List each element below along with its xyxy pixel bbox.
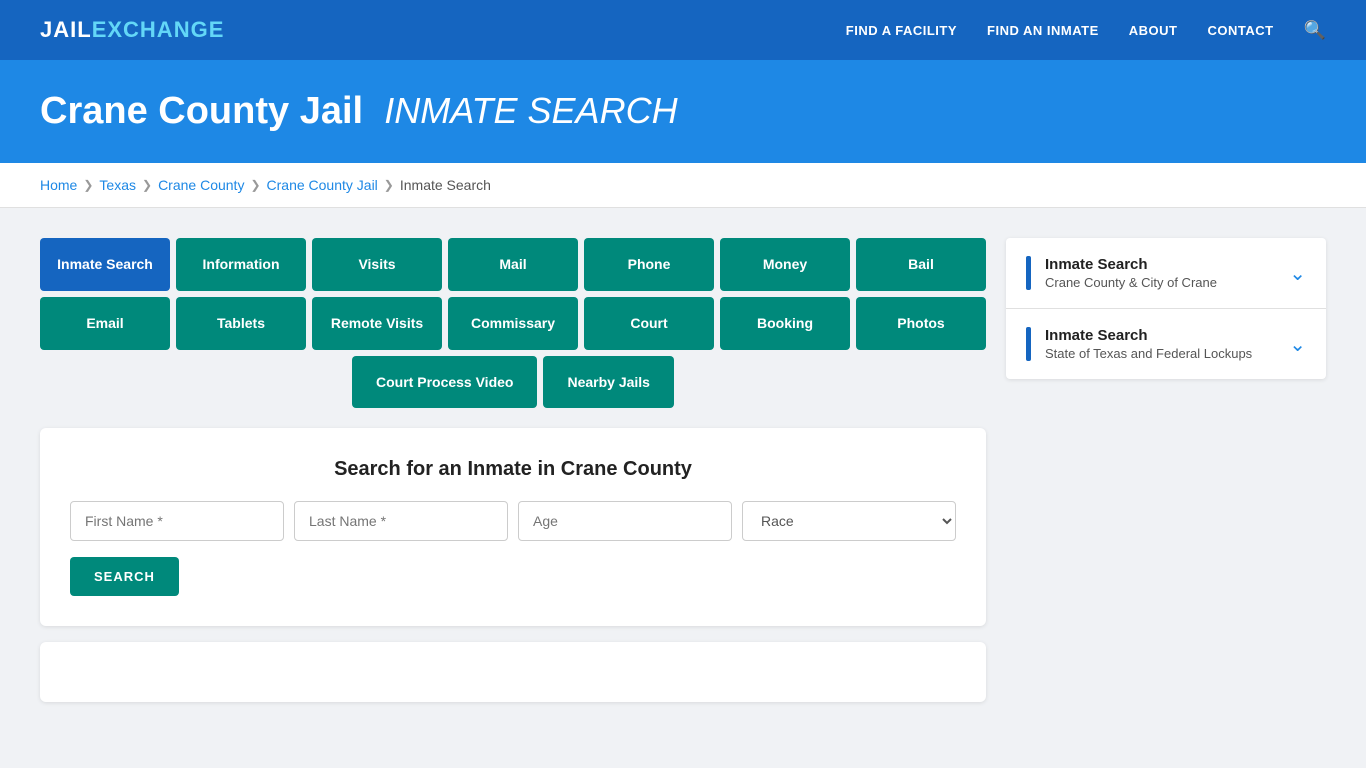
sidebar-item-state[interactable]: Inmate Search State of Texas and Federal… [1006, 309, 1326, 379]
tab-booking[interactable]: Booking [720, 297, 850, 350]
sidebar-card: Inmate Search Crane County & City of Cra… [1006, 238, 1326, 379]
search-inputs: Race White Black Hispanic Asian Other [70, 501, 956, 541]
nav-find-inmate[interactable]: FIND AN INMATE [987, 23, 1099, 38]
search-card-bottom [40, 642, 986, 702]
chevron-down-icon-1: ⌄ [1289, 261, 1306, 286]
sidebar-item-title-2: Inmate Search [1045, 327, 1252, 344]
breadcrumb-sep-3: ❯ [250, 178, 260, 192]
sidebar-item-title-1: Inmate Search [1045, 256, 1217, 273]
main-nav: FIND A FACILITY FIND AN INMATE ABOUT CON… [846, 20, 1326, 41]
tab-nearby-jails[interactable]: Nearby Jails [543, 356, 674, 408]
breadcrumb-crane-county[interactable]: Crane County [158, 177, 244, 193]
search-card: Search for an Inmate in Crane County Rac… [40, 428, 986, 626]
breadcrumb-home[interactable]: Home [40, 177, 77, 193]
page-title: Crane County Jail INMATE SEARCH [40, 90, 1326, 133]
search-icon[interactable]: 🔍 [1304, 20, 1326, 41]
nav-find-facility[interactable]: FIND A FACILITY [846, 23, 957, 38]
left-column: Inmate Search Information Visits Mail Ph… [40, 238, 986, 702]
first-name-input[interactable] [70, 501, 284, 541]
search-card-title: Search for an Inmate in Crane County [70, 458, 956, 481]
tab-tablets[interactable]: Tablets [176, 297, 306, 350]
tab-email[interactable]: Email [40, 297, 170, 350]
logo-exchange: EXCHANGE [92, 17, 225, 43]
sidebar-blue-bar-2 [1026, 327, 1031, 361]
sidebar-blue-bar-1 [1026, 256, 1031, 290]
tab-mail[interactable]: Mail [448, 238, 578, 291]
chevron-down-icon-2: ⌄ [1289, 332, 1306, 357]
tab-photos[interactable]: Photos [856, 297, 986, 350]
tab-phone[interactable]: Phone [584, 238, 714, 291]
hero-title-bold: Crane County Jail [40, 90, 363, 132]
tab-court-process-video[interactable]: Court Process Video [352, 356, 537, 408]
breadcrumb: Home ❯ Texas ❯ Crane County ❯ Crane Coun… [0, 163, 1366, 208]
tab-information[interactable]: Information [176, 238, 306, 291]
logo[interactable]: JAILEXCHANGE [40, 17, 224, 43]
tab-commissary[interactable]: Commissary [448, 297, 578, 350]
nav-about[interactable]: ABOUT [1129, 23, 1178, 38]
hero-section: Crane County Jail INMATE SEARCH [0, 60, 1366, 163]
right-sidebar: Inmate Search Crane County & City of Cra… [1006, 238, 1326, 702]
breadcrumb-current: Inmate Search [400, 177, 491, 193]
tab-inmate-search[interactable]: Inmate Search [40, 238, 170, 291]
breadcrumb-sep-1: ❯ [83, 178, 93, 192]
breadcrumb-sep-4: ❯ [384, 178, 394, 192]
tab-row-2: Email Tablets Remote Visits Commissary C… [40, 297, 986, 350]
tab-row-1: Inmate Search Information Visits Mail Ph… [40, 238, 986, 291]
tab-row-3: Court Process Video Nearby Jails [40, 356, 986, 408]
sidebar-item-sub-2: State of Texas and Federal Lockups [1045, 346, 1252, 361]
breadcrumb-texas[interactable]: Texas [99, 177, 136, 193]
search-button[interactable]: SEARCH [70, 557, 179, 596]
tab-court[interactable]: Court [584, 297, 714, 350]
tab-remote-visits[interactable]: Remote Visits [312, 297, 442, 350]
nav-contact[interactable]: CONTACT [1207, 23, 1273, 38]
sidebar-item-county[interactable]: Inmate Search Crane County & City of Cra… [1006, 238, 1326, 309]
tab-visits[interactable]: Visits [312, 238, 442, 291]
breadcrumb-crane-county-jail[interactable]: Crane County Jail [267, 177, 378, 193]
sidebar-item-text-2: Inmate Search State of Texas and Federal… [1045, 327, 1252, 361]
tab-money[interactable]: Money [720, 238, 850, 291]
sidebar-item-sub-1: Crane County & City of Crane [1045, 275, 1217, 290]
tab-bail[interactable]: Bail [856, 238, 986, 291]
breadcrumb-sep-2: ❯ [142, 178, 152, 192]
last-name-input[interactable] [294, 501, 508, 541]
header: JAILEXCHANGE FIND A FACILITY FIND AN INM… [0, 0, 1366, 60]
logo-jail: JAIL [40, 17, 92, 43]
age-input[interactable] [518, 501, 732, 541]
main-content: Inmate Search Information Visits Mail Ph… [0, 208, 1366, 732]
sidebar-item-text-1: Inmate Search Crane County & City of Cra… [1045, 256, 1217, 290]
race-select[interactable]: Race White Black Hispanic Asian Other [742, 501, 956, 541]
hero-title-italic: INMATE SEARCH [384, 90, 677, 131]
